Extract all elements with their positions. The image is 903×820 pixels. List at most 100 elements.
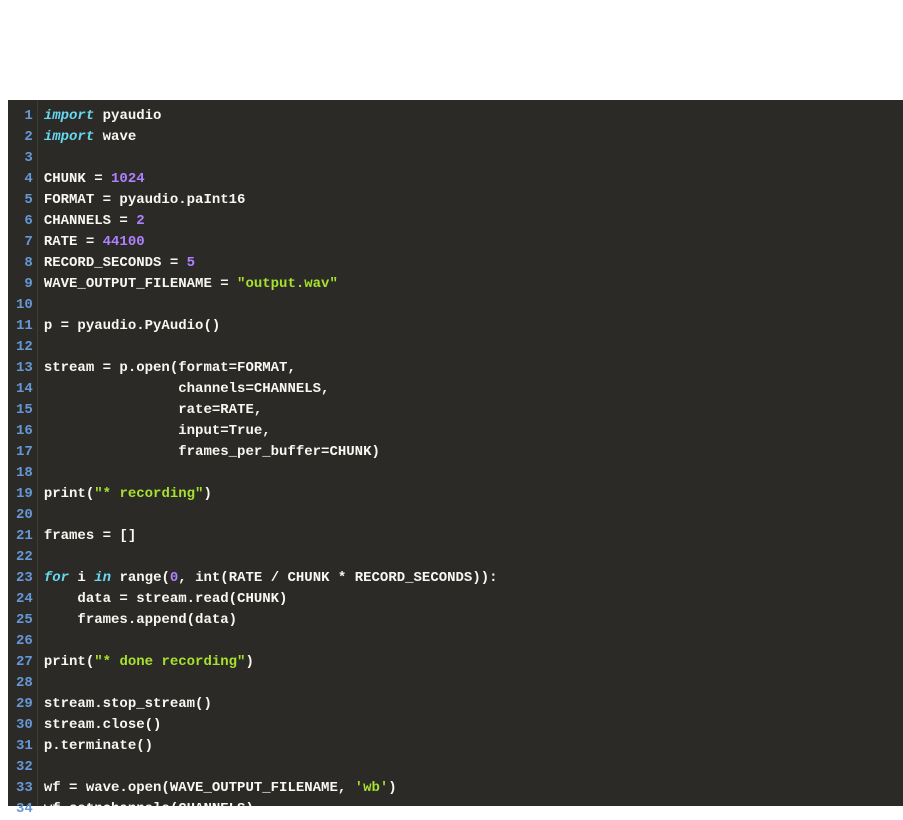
code-token: , int(RATE / CHUNK * RECORD_SECONDS)): bbox=[178, 570, 497, 586]
code-line[interactable]: RECORD_SECONDS = 5 bbox=[44, 253, 903, 274]
code-token: 1024 bbox=[111, 171, 145, 187]
line-number: 14 bbox=[16, 379, 33, 400]
code-token: import bbox=[44, 108, 94, 124]
code-token: "* done recording" bbox=[94, 654, 245, 670]
code-token: wf.setnchannels(CHANNELS) bbox=[44, 801, 254, 806]
line-number: 11 bbox=[16, 316, 33, 337]
code-line[interactable]: rate=RATE, bbox=[44, 400, 903, 421]
code-token: stream = p.open(format=FORMAT, bbox=[44, 360, 296, 376]
code-line[interactable] bbox=[44, 631, 903, 652]
line-number: 30 bbox=[16, 715, 33, 736]
line-number: 24 bbox=[16, 589, 33, 610]
code-token: p = pyaudio.PyAudio() bbox=[44, 318, 220, 334]
line-number: 28 bbox=[16, 673, 33, 694]
line-number: 21 bbox=[16, 526, 33, 547]
line-number: 34 bbox=[16, 799, 33, 820]
line-number: 3 bbox=[16, 148, 33, 169]
code-token: import bbox=[44, 129, 94, 145]
code-line[interactable]: data = stream.read(CHUNK) bbox=[44, 589, 903, 610]
code-token: WAVE_OUTPUT_FILENAME = bbox=[44, 276, 237, 292]
code-token: in bbox=[94, 570, 111, 586]
code-token: frames_per_buffer=CHUNK) bbox=[44, 444, 380, 460]
code-line[interactable]: wf.setnchannels(CHANNELS) bbox=[44, 799, 903, 806]
line-number: 6 bbox=[16, 211, 33, 232]
code-line[interactable]: import pyaudio bbox=[44, 106, 903, 127]
code-token: 5 bbox=[187, 255, 195, 271]
code-line[interactable] bbox=[44, 148, 903, 169]
code-line[interactable]: wf = wave.open(WAVE_OUTPUT_FILENAME, 'wb… bbox=[44, 778, 903, 799]
code-line[interactable]: for i in range(0, int(RATE / CHUNK * REC… bbox=[44, 568, 903, 589]
line-number: 15 bbox=[16, 400, 33, 421]
code-token: 2 bbox=[136, 213, 144, 229]
code-line[interactable] bbox=[44, 673, 903, 694]
code-line[interactable]: channels=CHANNELS, bbox=[44, 379, 903, 400]
code-line[interactable]: import wave bbox=[44, 127, 903, 148]
code-line[interactable]: WAVE_OUTPUT_FILENAME = "output.wav" bbox=[44, 274, 903, 295]
line-number: 7 bbox=[16, 232, 33, 253]
code-token: stream.stop_stream() bbox=[44, 696, 212, 712]
code-token: print( bbox=[44, 654, 94, 670]
code-line[interactable] bbox=[44, 337, 903, 358]
line-number: 27 bbox=[16, 652, 33, 673]
code-token: 'wb' bbox=[355, 780, 389, 796]
code-token: wave bbox=[94, 129, 136, 145]
line-number-gutter: 1234567891011121314151617181920212223242… bbox=[8, 100, 38, 806]
code-line[interactable]: p.terminate() bbox=[44, 736, 903, 757]
code-token: range( bbox=[111, 570, 170, 586]
code-line[interactable]: print("* done recording") bbox=[44, 652, 903, 673]
code-line[interactable] bbox=[44, 547, 903, 568]
code-line[interactable]: stream.close() bbox=[44, 715, 903, 736]
code-line[interactable]: input=True, bbox=[44, 421, 903, 442]
code-line[interactable]: frames.append(data) bbox=[44, 610, 903, 631]
code-token: "output.wav" bbox=[237, 276, 338, 292]
code-token: input=True, bbox=[44, 423, 271, 439]
code-line[interactable]: print("* recording") bbox=[44, 484, 903, 505]
line-number: 4 bbox=[16, 169, 33, 190]
code-line[interactable]: frames = [] bbox=[44, 526, 903, 547]
line-number: 10 bbox=[16, 295, 33, 316]
code-token: RECORD_SECONDS = bbox=[44, 255, 187, 271]
code-line[interactable]: FORMAT = pyaudio.paInt16 bbox=[44, 190, 903, 211]
code-token: channels=CHANNELS, bbox=[44, 381, 330, 397]
code-line[interactable]: CHANNELS = 2 bbox=[44, 211, 903, 232]
code-token: ) bbox=[388, 780, 396, 796]
code-token: print( bbox=[44, 486, 94, 502]
line-number: 16 bbox=[16, 421, 33, 442]
code-token: frames.append(data) bbox=[44, 612, 237, 628]
code-token: FORMAT = pyaudio.paInt16 bbox=[44, 192, 246, 208]
code-token: ) bbox=[245, 654, 253, 670]
code-token: i bbox=[69, 570, 94, 586]
line-number: 29 bbox=[16, 694, 33, 715]
code-line[interactable] bbox=[44, 757, 903, 778]
code-line[interactable] bbox=[44, 463, 903, 484]
code-line[interactable]: CHUNK = 1024 bbox=[44, 169, 903, 190]
line-number: 5 bbox=[16, 190, 33, 211]
line-number: 8 bbox=[16, 253, 33, 274]
code-line[interactable] bbox=[44, 295, 903, 316]
line-number: 23 bbox=[16, 568, 33, 589]
line-number: 12 bbox=[16, 337, 33, 358]
code-token: CHUNK = bbox=[44, 171, 111, 187]
line-number: 2 bbox=[16, 127, 33, 148]
code-line[interactable]: frames_per_buffer=CHUNK) bbox=[44, 442, 903, 463]
code-token: pyaudio bbox=[94, 108, 161, 124]
line-number: 33 bbox=[16, 778, 33, 799]
line-number: 25 bbox=[16, 610, 33, 631]
line-number: 19 bbox=[16, 484, 33, 505]
line-number: 22 bbox=[16, 547, 33, 568]
line-number: 20 bbox=[16, 505, 33, 526]
code-line[interactable]: p = pyaudio.PyAudio() bbox=[44, 316, 903, 337]
code-line[interactable] bbox=[44, 505, 903, 526]
code-token: data = stream.read(CHUNK) bbox=[44, 591, 288, 607]
line-number: 17 bbox=[16, 442, 33, 463]
code-line[interactable]: stream.stop_stream() bbox=[44, 694, 903, 715]
line-number: 9 bbox=[16, 274, 33, 295]
code-token: RATE = bbox=[44, 234, 103, 250]
code-line[interactable]: RATE = 44100 bbox=[44, 232, 903, 253]
code-content-area[interactable]: import pyaudioimport waveCHUNK = 1024FOR… bbox=[38, 100, 903, 806]
code-token: "* recording" bbox=[94, 486, 203, 502]
code-line[interactable]: stream = p.open(format=FORMAT, bbox=[44, 358, 903, 379]
code-token: for bbox=[44, 570, 69, 586]
code-token: rate=RATE, bbox=[44, 402, 262, 418]
code-editor[interactable]: 1234567891011121314151617181920212223242… bbox=[8, 100, 903, 806]
